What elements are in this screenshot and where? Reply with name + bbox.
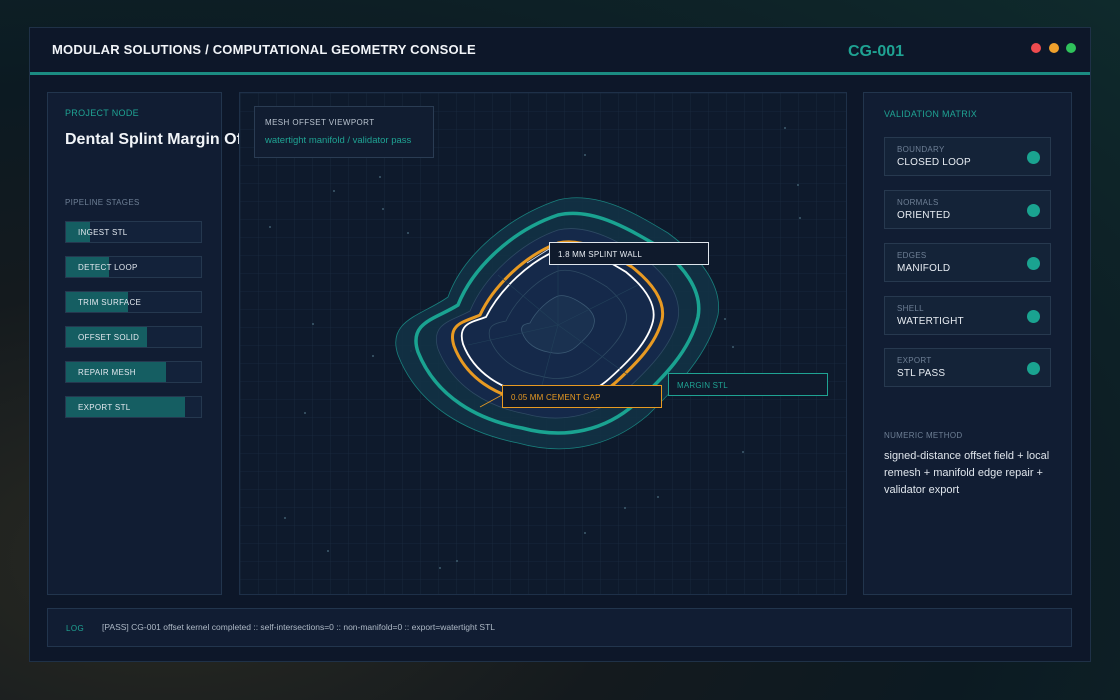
app-title: MODULAR SOLUTIONS / COMPUTATIONAL GEOMET… xyxy=(52,42,476,57)
check-value: STL PASS xyxy=(897,368,946,379)
viewport-info-box: MESH OFFSET VIEWPORT watertight manifold… xyxy=(254,106,434,158)
stage-export-stl[interactable]: EXPORT STL xyxy=(65,396,202,418)
check-boundary[interactable]: BOUNDARY CLOSED LOOP xyxy=(884,137,1051,176)
viewport-canvas xyxy=(240,93,846,594)
pass-status-indicator xyxy=(1027,204,1040,217)
pass-status-indicator xyxy=(1027,362,1040,375)
stage-offset-solid[interactable]: OFFSET SOLID xyxy=(65,326,202,348)
check-category: EXPORT xyxy=(897,356,932,365)
stage-trim-surface[interactable]: TRIM SURFACE xyxy=(65,291,202,313)
margin-stl-callout[interactable]: MARGIN STL xyxy=(668,373,828,396)
check-category: BOUNDARY xyxy=(897,145,945,154)
log-message: [PASS] CG-001 offset kernel completed ::… xyxy=(102,622,496,632)
stage-label: REPAIR MESH xyxy=(78,368,136,377)
stage-detect-loop[interactable]: DETECT LOOP xyxy=(65,256,202,278)
viewport-subtitle: watertight manifold / validator pass xyxy=(265,135,412,146)
cement-gap-callout[interactable]: 0.05 MM CEMENT GAP xyxy=(502,385,662,408)
check-category: EDGES xyxy=(897,251,927,260)
stage-label: DETECT LOOP xyxy=(78,263,138,272)
stage-label: OFFSET SOLID xyxy=(78,333,140,342)
project-kicker: PROJECT NODE xyxy=(65,108,139,118)
pass-status-indicator xyxy=(1027,310,1040,323)
stage-repair-mesh[interactable]: REPAIR MESH xyxy=(65,361,202,383)
check-value: ORIENTED xyxy=(897,210,951,221)
stage-label: INGEST STL xyxy=(78,228,128,237)
stage-label: TRIM SURFACE xyxy=(78,298,142,307)
stage-ingest-stl[interactable]: INGEST STL xyxy=(65,221,202,243)
project-title: Dental Splint Margin Offset Engine xyxy=(65,131,329,148)
minimize-window-button[interactable] xyxy=(1049,43,1059,53)
check-normals[interactable]: NORMALS ORIENTED xyxy=(884,190,1051,229)
check-value: WATERTIGHT xyxy=(897,316,964,327)
callout-label: MARGIN STL xyxy=(677,381,728,390)
pipeline-stages-label: PIPELINE STAGES xyxy=(65,198,140,207)
check-shell[interactable]: SHELL WATERTIGHT xyxy=(884,296,1051,335)
splint-wall-callout[interactable]: 1.8 MM SPLINT WALL xyxy=(549,242,709,265)
check-category: NORMALS xyxy=(897,198,939,207)
console-id: CG-001 xyxy=(848,43,905,60)
validation-title: VALIDATION MATRIX xyxy=(884,109,978,119)
project-panel: PROJECT NODE Dental Splint Margin Offset… xyxy=(47,92,328,595)
check-category: SHELL xyxy=(897,304,924,313)
maximize-window-button[interactable] xyxy=(1066,43,1076,53)
callout-label: 1.8 MM SPLINT WALL xyxy=(558,250,643,259)
validation-panel: VALIDATION MATRIX BOUNDARY CLOSED LOOP N… xyxy=(863,92,1072,595)
check-value: CLOSED LOOP xyxy=(897,157,971,168)
close-window-button[interactable] xyxy=(1031,43,1041,53)
mesh-offset-viewport[interactable]: MESH OFFSET VIEWPORT watertight manifold… xyxy=(239,92,847,595)
title-bar: MODULAR SOLUTIONS / COMPUTATIONAL GEOMET… xyxy=(30,28,1090,75)
check-value: MANIFOLD xyxy=(897,263,951,274)
numeric-method-label: NUMERIC METHOD xyxy=(884,431,963,440)
pass-status-indicator xyxy=(1027,257,1040,270)
console-window: MODULAR SOLUTIONS / COMPUTATIONAL GEOMET… xyxy=(29,27,1091,662)
numeric-method-text: signed-distance offset field + local rem… xyxy=(884,450,1050,496)
log-label: LOG xyxy=(66,624,85,633)
log-bar: LOG [PASS] CG-001 offset kernel complete… xyxy=(47,608,1072,647)
pass-status-indicator xyxy=(1027,151,1040,164)
check-export[interactable]: EXPORT STL PASS xyxy=(884,348,1051,387)
viewport-title: MESH OFFSET VIEWPORT xyxy=(265,118,375,127)
check-edges[interactable]: EDGES MANIFOLD xyxy=(884,243,1051,282)
stage-label: EXPORT STL xyxy=(78,403,131,412)
callout-label: 0.05 MM CEMENT GAP xyxy=(511,393,601,402)
